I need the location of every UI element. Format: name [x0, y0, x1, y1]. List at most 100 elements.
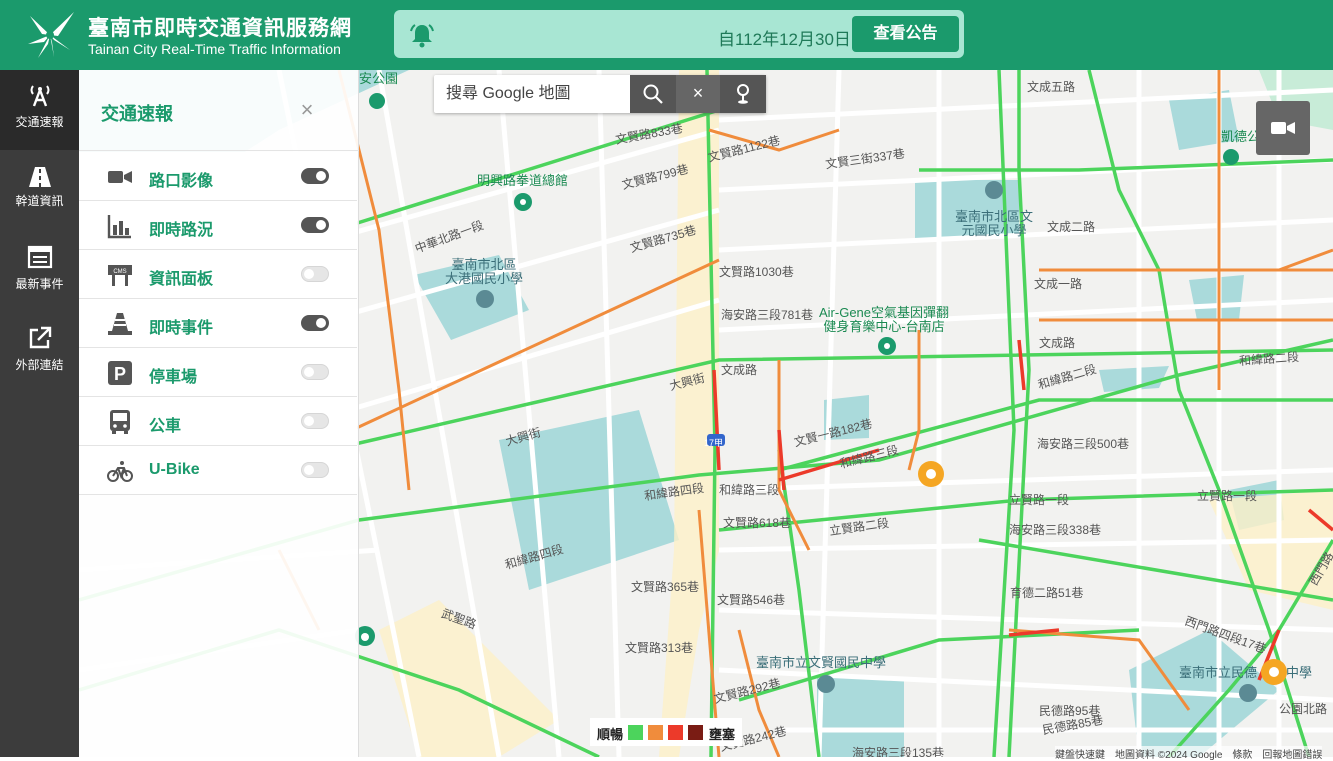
layer-toggle[interactable]: [301, 217, 329, 233]
legend-jam-label: 壅塞: [709, 727, 736, 742]
layer-label: 資訊面板: [149, 271, 214, 288]
road-label: 立賢路一段: [1197, 489, 1258, 503]
road-label: 文成路: [1039, 336, 1076, 350]
road-label: 文成五路: [1027, 80, 1076, 94]
road-label: 文成一路: [1034, 277, 1083, 291]
site-title: 臺南市即時交通資訊服務網: [88, 17, 352, 40]
nav-label: 外部連結: [15, 358, 64, 372]
map-attribution[interactable]: 鍵盤快速鍵 地圖資料 ©2024 Google 條款 回報地圖錯誤: [1055, 746, 1323, 761]
poi-mingxing[interactable]: 明興路拳道總館: [477, 174, 568, 188]
layer-row-bus[interactable]: 公車: [79, 397, 357, 446]
side-nav: 交通速報 幹道資訊 最新事件 外部連結: [0, 70, 79, 757]
road-label: 海安路三段135巷: [852, 746, 945, 757]
nav-traffic-news[interactable]: 交通速報: [0, 70, 79, 150]
legend-swatch-darkred: [688, 725, 703, 740]
road-label: 海安路三段781巷: [721, 308, 814, 322]
road-label: 文賢路365巷: [631, 580, 700, 594]
poi-wenyuan-school[interactable]: 臺南市北區文 元國民小學: [955, 210, 1033, 238]
road-label: 文成路: [721, 363, 758, 377]
bar-chart-icon: [107, 215, 131, 239]
map-search-input[interactable]: [434, 75, 630, 113]
layer-toggle[interactable]: [301, 413, 329, 429]
road-label: 和緯路三段: [719, 483, 780, 497]
layer-row-intersection-video[interactable]: 路口影像: [79, 152, 357, 201]
search-button[interactable]: [630, 75, 676, 113]
layer-row-realtime-traffic[interactable]: 即時路況: [79, 201, 357, 250]
layer-row-parking[interactable]: P 停車場: [79, 348, 357, 397]
poi-wenxian-school[interactable]: 臺南市立文賢國民中學: [756, 656, 886, 670]
layer-toggle[interactable]: [301, 315, 329, 331]
news-icon: [27, 245, 53, 269]
locate-button[interactable]: [720, 75, 766, 113]
cms-sign-icon: CMS: [108, 265, 132, 286]
search-icon: [643, 84, 663, 104]
layer-label: 路口影像: [149, 173, 214, 190]
road-label: 海安路三段500巷: [1037, 437, 1130, 451]
layer-toggle[interactable]: [301, 168, 329, 184]
poi-middle-label: 中學: [1286, 665, 1313, 680]
svg-text:P: P: [114, 364, 126, 384]
layer-toggle[interactable]: [301, 462, 329, 478]
map-search-box: ×: [434, 75, 766, 113]
layer-toggle[interactable]: [301, 364, 329, 380]
nav-label: 交通速報: [15, 115, 64, 129]
layer-row-info-board[interactable]: CMS 資訊面板: [79, 250, 357, 299]
layer-label: U-Bike: [149, 461, 200, 478]
traffic-layer-panel: 交通速報 × 路口影像 即時路況 CMS 資訊面板 即時事件 P 停車場 公車 …: [79, 70, 359, 757]
layer-label: 公車: [149, 418, 182, 435]
road-label: 文成二路: [1047, 220, 1096, 234]
road-label: 文賢路546巷: [717, 593, 786, 607]
close-icon: ×: [692, 83, 704, 103]
external-link-icon: [29, 326, 52, 349]
camera-view-button[interactable]: [1256, 101, 1310, 155]
panel-header: 交通速報 ×: [79, 70, 359, 151]
broadcast-icon: [30, 85, 50, 107]
legend-swatch-orange: [648, 725, 663, 740]
panel-title: 交通速報: [101, 104, 173, 124]
layer-row-ubike[interactable]: U-Bike: [79, 446, 357, 495]
nav-arterial-info[interactable]: 幹道資訊: [0, 152, 79, 232]
road-label: 立賢路一段: [1009, 493, 1070, 507]
svg-text:CMS: CMS: [113, 269, 126, 275]
road-label: 文賢路1030巷: [719, 265, 794, 279]
layer-toggle[interactable]: [301, 266, 329, 282]
road-label: 育德二路51巷: [1010, 586, 1084, 600]
road-label: 文賢路618巷: [723, 516, 792, 530]
nav-label: 最新事件: [15, 277, 64, 291]
poi-minde-school[interactable]: 臺南市立民德: [1179, 666, 1257, 680]
video-camera-icon: [108, 171, 132, 183]
announcement-text: 自112年12月30日: [718, 30, 851, 49]
view-announcement-button[interactable]: 查看公告: [852, 16, 959, 52]
announcement-bar: 自112年12月30日 查看公告: [394, 10, 964, 58]
clear-search-button[interactable]: ×: [676, 75, 720, 113]
tainan-logo-icon[interactable]: [24, 12, 76, 58]
road-icon: [29, 167, 51, 187]
legend-swatch-green: [628, 725, 643, 740]
site-header: 臺南市即時交通資訊服務網 Tainan City Real-Time Traff…: [0, 0, 1333, 70]
layer-label: 即時事件: [149, 320, 214, 337]
bell-icon: [410, 24, 434, 48]
road-label: 海安路三段338巷: [1009, 523, 1102, 537]
nav-label: 幹道資訊: [15, 194, 64, 208]
bicycle-icon: [107, 461, 133, 482]
road-label: 公園北路: [1279, 702, 1328, 716]
legend-swatch-red: [668, 725, 683, 740]
nav-latest-events[interactable]: 最新事件: [0, 232, 79, 312]
video-camera-icon: [1271, 122, 1295, 134]
nav-external-links[interactable]: 外部連結: [0, 313, 79, 393]
traffic-cone-icon: [108, 313, 132, 335]
layer-row-realtime-events[interactable]: 即時事件: [79, 299, 357, 348]
traffic-legend: 順暢 壅塞: [590, 718, 742, 746]
poi-dagang-school[interactable]: 臺南市北區 大港國民小學: [445, 258, 523, 286]
route-shield: 17甲: [704, 438, 724, 448]
parking-icon: P: [108, 361, 132, 385]
site-subtitle: Tainan City Real-Time Traffic Informatio…: [88, 41, 341, 57]
close-panel-button[interactable]: ×: [298, 99, 316, 121]
layer-label: 即時路況: [149, 222, 214, 239]
poi-anshan-park[interactable]: 安公園: [359, 72, 398, 86]
legend-smooth-label: 順暢: [597, 727, 624, 742]
layer-label: 停車場: [149, 369, 198, 386]
road-label: 文賢路313巷: [625, 641, 694, 655]
poi-airgene[interactable]: Air-Gene空氣基因彈翻 健身育樂中心-台南店: [819, 306, 949, 334]
map-pin-icon: [737, 84, 749, 104]
